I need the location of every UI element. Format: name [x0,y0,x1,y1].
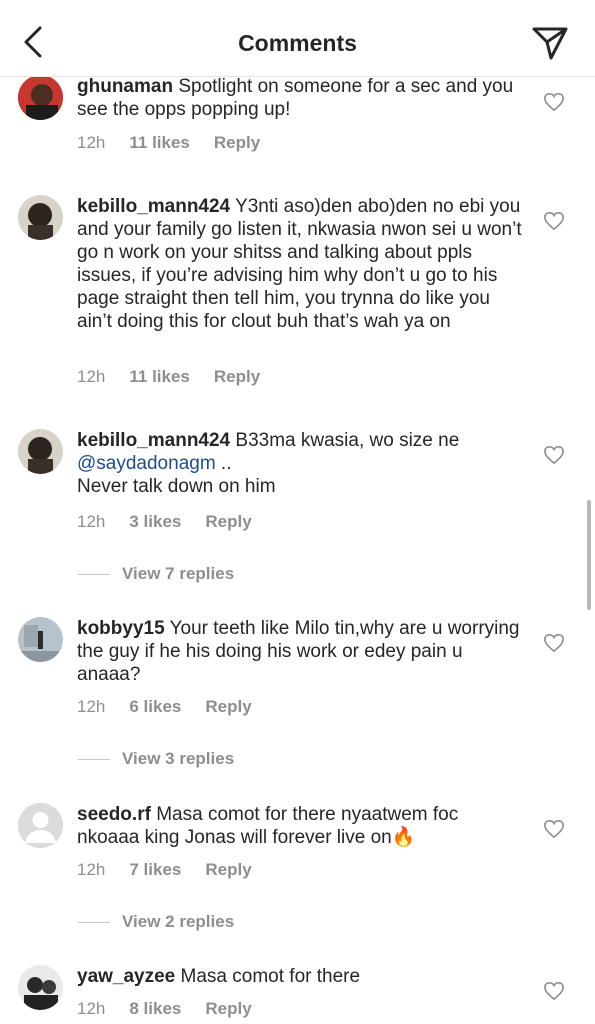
comment-meta: 12h 8 likes Reply [77,999,276,1019]
comment-meta: 12h 11 likes Reply [77,133,284,153]
comment-text: kobbyy15 Your teeth like Milo tin,why ar… [77,617,525,686]
reply-button[interactable]: Reply [205,860,251,879]
comment-likes[interactable]: 7 likes [129,860,181,879]
heart-outline-icon[interactable] [543,92,565,112]
heart-outline-icon[interactable] [543,981,565,1001]
reply-button[interactable]: Reply [205,999,251,1018]
comment-text: kebillo_mann424 Y3nti aso)den abo)den no… [77,195,525,333]
comment-body: B33ma kwasia, wo size ne [235,430,460,451]
comment-meta: 12h 11 likes Reply [77,367,284,387]
comment-time: 12h [77,367,106,386]
reply-button[interactable]: Reply [205,697,251,716]
divider [78,574,110,576]
comment-username[interactable]: kebillo_mann424 [77,430,230,451]
comment-likes[interactable]: 6 likes [129,697,181,716]
view-replies-label[interactable]: View 7 replies [122,564,234,583]
comments-header: Comments [0,0,595,77]
comment-username[interactable]: kebillo_mann424 [77,196,230,217]
divider [78,922,110,924]
comment-likes[interactable]: 3 likes [129,512,181,531]
comment-meta: 12h 7 likes Reply [77,860,276,880]
comment-text: seedo.rf Masa comot for there nyaatwem f… [77,803,525,849]
comment-username[interactable]: seedo.rf [77,804,151,825]
view-replies-label[interactable]: View 3 replies [122,749,234,768]
comment-body-line2: Never talk down on him [77,476,276,497]
mention-link[interactable]: @saydadonagm [77,453,216,474]
avatar[interactable] [18,75,63,120]
comment-likes[interactable]: 11 likes [129,133,190,152]
view-replies-button[interactable]: View 3 replies [78,749,234,769]
avatar[interactable] [18,965,63,1010]
comment-text: kebillo_mann424 B33ma kwasia, wo size ne… [77,429,525,498]
comment-username[interactable]: ghunaman [77,76,173,97]
comment-text: yaw_ayzee Masa comot for there [77,965,525,988]
comment-body: .. [215,453,232,474]
avatar[interactable] [18,617,63,662]
reply-button[interactable]: Reply [214,133,260,152]
comment-time: 12h [77,697,106,716]
view-replies-button[interactable]: View 7 replies [78,564,234,584]
comment-body: Masa comot for there [180,966,361,987]
divider [78,759,110,761]
reply-button[interactable]: Reply [214,367,260,386]
page-title: Comments [238,30,357,56]
comment-username[interactable]: yaw_ayzee [77,966,175,987]
paper-plane-icon[interactable] [531,25,569,61]
comment-time: 12h [77,512,106,531]
heart-outline-icon[interactable] [543,211,565,231]
comment-likes[interactable]: 11 likes [129,367,190,386]
comment-meta: 12h 3 likes Reply [77,512,276,532]
avatar[interactable] [18,195,63,240]
comment-text: ghunaman Spotlight on someone for a sec … [77,75,525,121]
view-replies-button[interactable]: View 2 replies [78,912,234,932]
comment-likes[interactable]: 8 likes [129,999,181,1018]
comment-time: 12h [77,860,106,879]
reply-button[interactable]: Reply [205,512,251,531]
comment-time: 12h [77,133,106,152]
heart-outline-icon[interactable] [543,819,565,839]
avatar[interactable] [18,803,63,848]
view-replies-label[interactable]: View 2 replies [122,912,234,931]
avatar[interactable] [18,429,63,474]
scrollbar[interactable] [587,500,591,610]
comment-meta: 12h 6 likes Reply [77,697,276,717]
heart-outline-icon[interactable] [543,445,565,465]
comment-time: 12h [77,999,106,1018]
comment-username[interactable]: kobbyy15 [77,618,165,639]
heart-outline-icon[interactable] [543,633,565,653]
